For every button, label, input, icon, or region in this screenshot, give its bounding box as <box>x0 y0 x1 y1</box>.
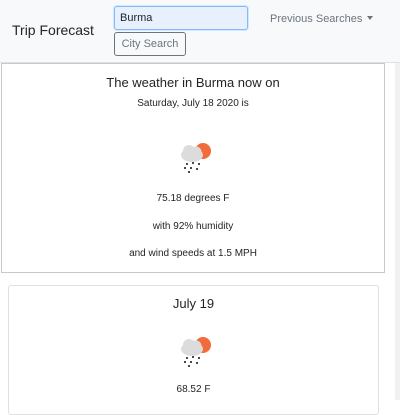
current-wind-speed: and wind speeds at 1.5 MPH <box>129 248 257 259</box>
current-temperature: 75.18 degrees F <box>156 193 230 204</box>
current-weather-date: Saturday, July 18 2020 is <box>137 98 249 109</box>
city-search-input[interactable] <box>114 6 248 30</box>
brand-title[interactable]: Trip Forecast <box>12 22 94 38</box>
navbar: Trip Forecast City Search Previous Searc… <box>0 0 400 63</box>
current-weather-card: The weather in Burma now on Saturday, Ju… <box>1 63 385 273</box>
forecast-day-label: July 19 <box>172 296 215 311</box>
page-scrollbar[interactable] <box>395 63 400 400</box>
city-search-button[interactable]: City Search <box>114 32 186 56</box>
current-humidity: with 92% humidity <box>152 221 234 232</box>
forecast-day-card: July 19 68.52 F <box>8 285 379 415</box>
previous-searches-dropdown[interactable]: Previous Searches <box>270 13 374 25</box>
forecast-temperature: 68.52 F <box>176 384 211 395</box>
current-weather-heading: The weather in Burma now on <box>106 75 280 90</box>
rain-cloud-sun-icon <box>176 140 216 174</box>
previous-searches-label: Previous Searches <box>270 13 363 25</box>
caret-down-icon <box>367 16 374 20</box>
rain-cloud-sun-icon <box>176 334 216 368</box>
